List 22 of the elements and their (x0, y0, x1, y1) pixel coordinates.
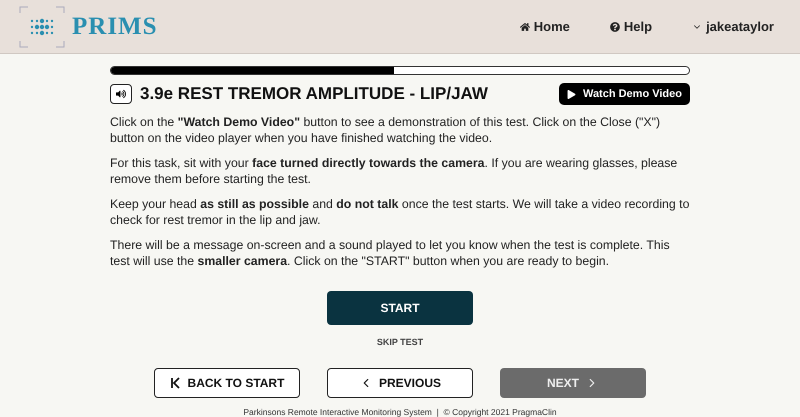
help-icon (610, 22, 620, 32)
home-icon (520, 22, 530, 32)
back-to-start-button[interactable]: BACK TO START (154, 368, 300, 398)
nav-link[interactable]: Help (610, 19, 652, 34)
logo-icon (18, 4, 66, 48)
logo-text: PRIMS (72, 12, 158, 40)
instruction-text: For this task, sit with your face turned directly towards the camera. If you are wearing glasses, please remove them before starting the test. (110, 155, 678, 187)
skip-back-icon (170, 377, 182, 389)
speaker-button[interactable] (110, 84, 132, 104)
skip-test-link[interactable]: SKIP TEST (376, 337, 424, 347)
watch-demo-button[interactable]: Watch Demo Video (558, 83, 690, 105)
play-icon (566, 90, 576, 98)
instruction-text: There will be a message on-screen and a sound played to let you know when the test is complete. This test will use the smaller camera. Click on the "START" button when you are ready to begin. (110, 237, 671, 269)
start-button[interactable]: START (327, 291, 473, 325)
instruction-text: Click on the "Watch Demo Video" button to see a demonstration of this test. Click on the Close ("X") button on the video player when you have finished watching the video. (110, 114, 662, 146)
instruction-text: Keep your head as still as possible and do not talk once the test starts. We will take a video recording to check for rest tremor in the lip and jaw. (110, 196, 690, 228)
nav-link[interactable]: Home (520, 19, 570, 34)
previous-button[interactable]: PREVIOUS (327, 368, 473, 398)
footer-text: Parkinsons Remote Interactive Monitoring System | © Copyright 2021 PragmaClin (242, 407, 558, 417)
speaker-icon (116, 89, 126, 99)
test-title: 3.9e REST TREMOR AMPLITUDE - LIP/JAW (140, 84, 488, 104)
nav-link[interactable]: jakeataylor (692, 19, 774, 34)
